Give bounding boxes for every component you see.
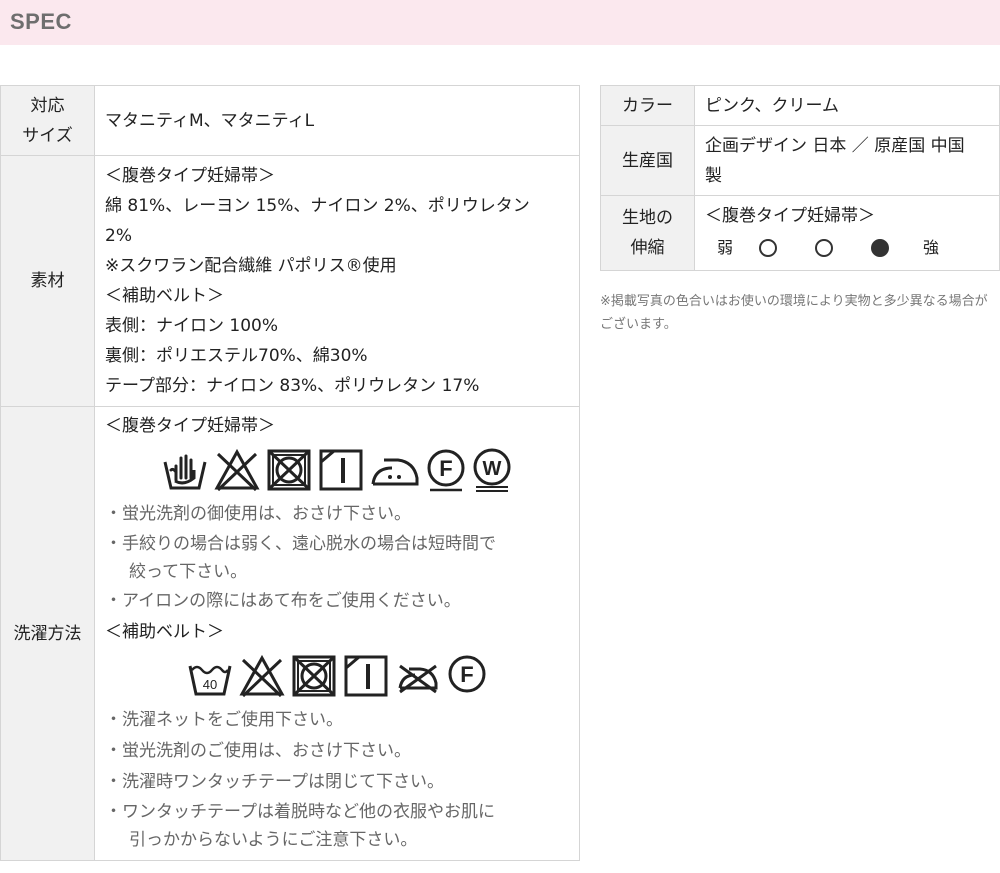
washing-section-title: ＜腹巻タイプ妊婦帯＞ [105,416,275,436]
wash-temperature: 40 [203,677,217,692]
material-line: ＜補助ベルト＞ [105,286,224,306]
spec-table-right: カラー ピンク、クリーム 生産国 企画デザイン 日本 ／ 原産国 中国 製 生地… [600,85,1000,271]
washing-value: ＜腹巻タイプ妊婦帯＞ F W ・蛍光洗剤の御使用は、おさけ下さい。 ・手絞りの場… [94,406,580,861]
wet-clean-w-icon: W [473,448,511,492]
no-tumble-dry-icon [292,655,336,697]
washing-row: 洗濯方法 ＜腹巻タイプ妊婦帯＞ F W ・蛍光洗剤の御使用は、おさけ下さい。 ・… [0,406,580,861]
stretch-scale: 弱 強 [705,231,989,265]
stretch-title: ＜腹巻タイプ妊婦帯＞ [705,206,875,226]
stretch-label: 生地の 伸縮 [600,195,695,271]
washing-note: ・蛍光洗剤のご使用は、おさけ下さい。 [105,741,411,761]
stretch-level-1 [759,239,777,257]
care-icons-row-1: F W [105,445,569,495]
material-line: ＜腹巻タイプ妊婦帯＞ [105,166,275,186]
size-row: 対応 サイズ マタニティM、マタニティL [0,85,580,156]
washing-note: 引っかからないようにご注意下さい。 [129,830,418,850]
hand-wash-icon [163,454,207,490]
material-line: 裏側：ポリエステル70%、綿30% [105,346,368,366]
page-title: SPEC [10,9,72,34]
origin-label: 生産国 [600,125,695,196]
stretch-row: 生地の 伸縮 ＜腹巻タイプ妊婦帯＞ 弱 強 [600,195,1000,271]
stretch-value: ＜腹巻タイプ妊婦帯＞ 弱 強 [694,195,1000,271]
dry-clean-f-letter: F [439,456,452,481]
no-bleach-icon [239,654,285,698]
washing-note: 絞って下さい。 [129,562,248,582]
size-label-line: サイズ [22,125,73,146]
spec-header: SPEC [0,0,1000,45]
material-line: 表側：ナイロン 100% [105,316,279,336]
washing-note: ・洗濯ネットをご使用下さい。 [105,710,343,730]
material-row: 素材 ＜腹巻タイプ妊婦帯＞ 綿 81%、レーヨン 15%、ナイロン 2%、ポリウ… [0,155,580,407]
wet-clean-w-letter: W [483,458,502,480]
washing-note: ・手絞りの場合は弱く、遠心脱水の場合は短時間で [105,534,496,554]
no-tumble-dry-icon [267,449,311,491]
no-bleach-icon [214,448,260,492]
dry-clean-f-icon: F [427,449,465,492]
washing-section-title: ＜補助ベルト＞ [105,622,224,642]
care-icons-row-2: 40 F [105,651,569,701]
iron-low-icon [371,458,419,486]
origin-line: 企画デザイン 日本 ／ 原産国 中国 [705,135,965,156]
color-label: カラー [600,85,695,126]
size-label-line: 対応 [30,95,65,116]
origin-value: 企画デザイン 日本 ／ 原産国 中国 製 [694,125,1000,196]
machine-wash-40-icon: 40 [188,665,232,696]
size-value: マタニティM、マタニティL [94,85,580,156]
no-iron-icon [398,664,438,694]
stretch-label-line: 伸縮 [630,238,665,258]
size-label: 対応 サイズ [0,85,95,156]
material-line: テープ部分：ナイロン 83%、ポリウレタン 17% [105,376,480,396]
stretch-label-line: 生地の [622,208,673,228]
line-dry-shade-icon [344,655,388,697]
stretch-level-3 [871,239,889,257]
material-line: 2% [105,226,132,246]
origin-line: 製 [705,165,722,186]
washing-note: ・ワンタッチテープは着脱時など他の衣服やお肌に [105,802,495,822]
material-line: 綿 81%、レーヨン 15%、ナイロン 2%、ポリウレタン [105,196,530,216]
washing-note: ・アイロンの際にはあて布をご使用ください。 [105,591,461,611]
color-disclaimer-note: ※掲載写真の色合いはお使いの環境により実物と多少異なる場合がございます。 [600,294,988,332]
line-dry-shade-icon [319,449,363,491]
dry-clean-f-letter: F [460,662,473,687]
stretch-low-label: 弱 [717,238,734,257]
spec-table-left: 対応 サイズ マタニティM、マタニティL 素材 ＜腹巻タイプ妊婦帯＞ 綿 81%… [0,85,580,861]
stretch-high-label: 強 [923,238,940,257]
washing-note: ・洗濯時ワンタッチテープは閉じて下さい。 [105,772,444,792]
color-row: カラー ピンク、クリーム [600,85,1000,126]
material-value: ＜腹巻タイプ妊婦帯＞ 綿 81%、レーヨン 15%、ナイロン 2%、ポリウレタン… [94,155,580,407]
material-label: 素材 [0,155,95,407]
washing-label: 洗濯方法 [0,406,95,861]
material-line: ※スクワラン配合繊維 パポリス®使用 [105,256,397,276]
washing-note: ・蛍光洗剤の御使用は、おさけ下さい。 [105,504,411,524]
origin-row: 生産国 企画デザイン 日本 ／ 原産国 中国 製 [600,125,1000,196]
color-value: ピンク、クリーム [694,85,1000,126]
dry-clean-f-icon: F [448,655,486,693]
stretch-level-2 [815,239,833,257]
